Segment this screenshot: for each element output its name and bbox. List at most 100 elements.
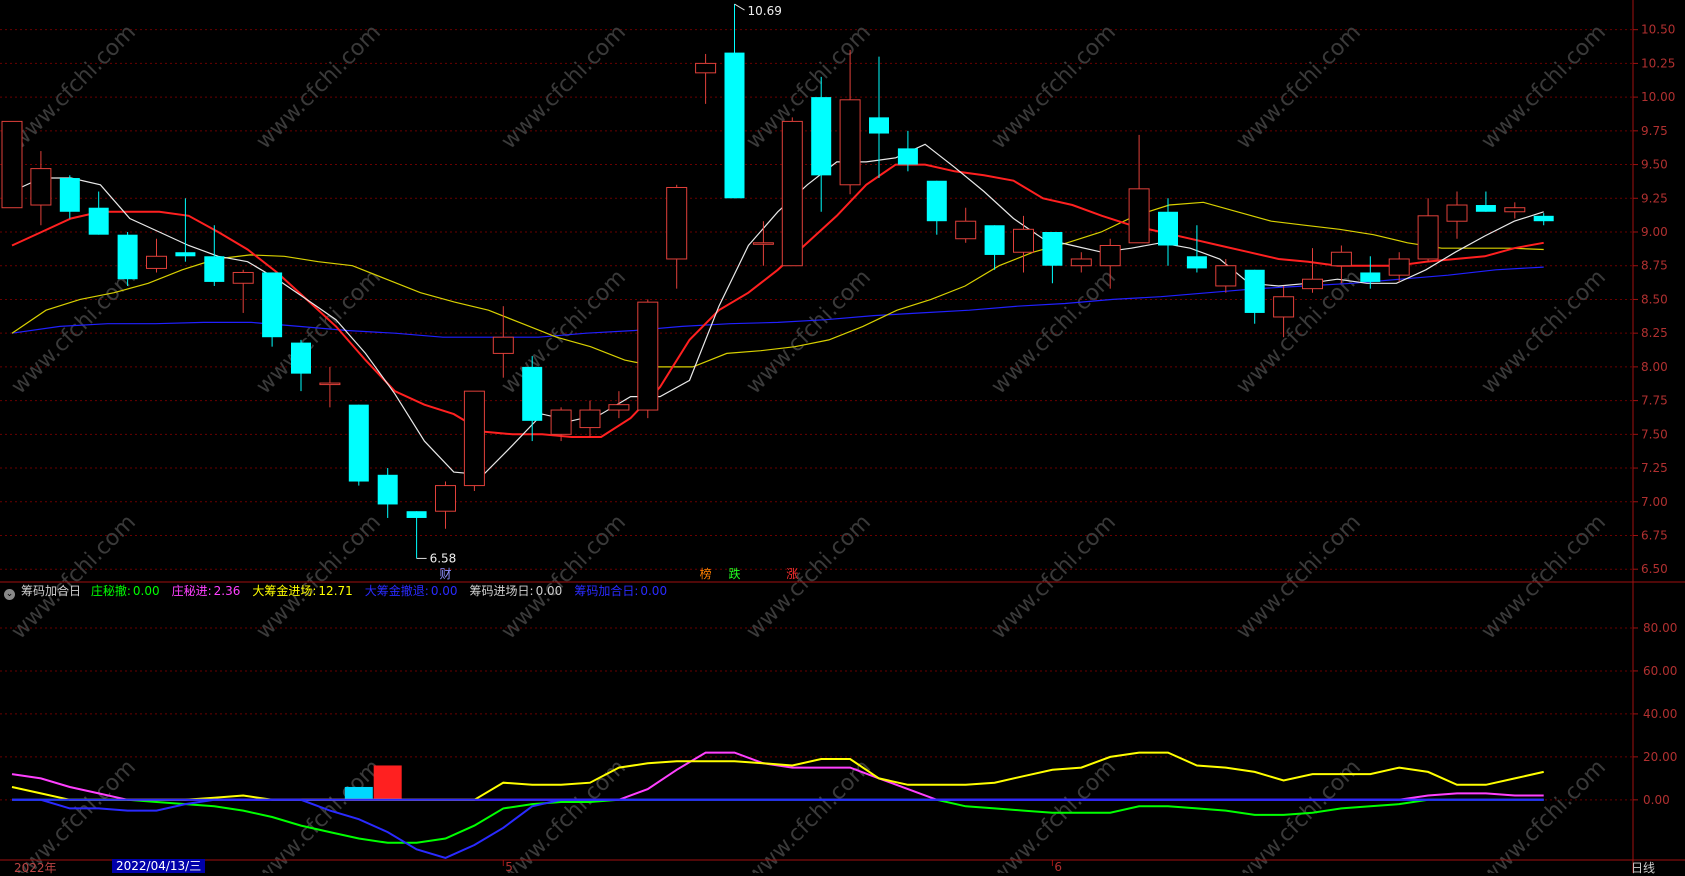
candle-body — [666, 186, 688, 260]
candle-body — [1013, 228, 1034, 253]
legend-item-label: 大筹金撤退: — [364, 584, 429, 598]
candle — [811, 76, 832, 212]
price-tick-label: 7.00 — [1641, 495, 1668, 509]
candle — [30, 151, 52, 226]
watermark: www.cfchi.com — [1232, 20, 1366, 154]
candle-body — [1042, 232, 1063, 266]
candle-body — [1533, 215, 1554, 222]
price-tick-label: 8.50 — [1641, 292, 1668, 306]
candle — [319, 366, 341, 408]
candle-body — [348, 404, 369, 482]
candle — [435, 481, 456, 529]
indicator-title: 筹码加合日 — [21, 584, 82, 598]
candle — [1158, 198, 1178, 266]
candle — [839, 49, 861, 195]
legend-item-value: 0.00 — [132, 584, 160, 598]
candle-body — [1158, 211, 1178, 246]
candle — [1042, 232, 1063, 284]
stock-chart[interactable]: www.cfchi.com www.cfchi.com www.cfchi.com w… — [0, 0, 1685, 873]
candle — [1388, 252, 1410, 282]
candle — [1186, 225, 1207, 273]
indicator-bar — [373, 765, 402, 800]
candle-body — [435, 485, 456, 512]
watermark: www.cfchi.com — [1477, 20, 1611, 154]
candle — [348, 404, 369, 486]
watermark: www.cfchi.com — [987, 755, 1121, 873]
period-label[interactable]: 日线 — [1631, 859, 1655, 876]
price-tick-label: 8.75 — [1641, 259, 1668, 273]
candle — [1417, 198, 1439, 262]
indicator-tick-label: 40.00 — [1643, 707, 1677, 721]
candle-body — [175, 252, 196, 257]
watermark: www.cfchi.com — [742, 265, 876, 399]
watermark: www.cfchi.com — [742, 510, 876, 644]
candle-body — [695, 62, 717, 74]
high-pointer — [734, 3, 745, 11]
candle — [869, 56, 889, 179]
candle-body — [724, 52, 745, 199]
price-tick-label: 7.25 — [1641, 461, 1668, 475]
candle — [146, 238, 167, 273]
legend-item-value: 12.71 — [318, 584, 353, 598]
watermark: www.cfchi.com — [742, 755, 876, 873]
candle — [59, 175, 80, 219]
collapse-icon[interactable]: ⌄ — [4, 589, 15, 600]
candle — [522, 356, 543, 442]
candle-body — [926, 180, 947, 222]
candle — [781, 117, 803, 267]
candle-body — [291, 342, 311, 374]
candle-body — [204, 256, 225, 282]
legend-item: 庄秘撤: 0.00 — [91, 584, 166, 598]
candle — [1128, 134, 1150, 244]
candle-body — [1446, 204, 1468, 222]
candle-body — [59, 178, 80, 212]
candle — [1244, 269, 1265, 324]
indicator-tick-label: 0.00 — [1643, 793, 1670, 807]
candle — [175, 198, 196, 262]
candle-body — [146, 255, 167, 269]
price-tick-label: 10.00 — [1641, 90, 1675, 104]
legend-item-label: 筹码进场日: — [469, 584, 534, 598]
month-label: 6 — [1054, 860, 1062, 873]
candle-body — [955, 220, 977, 240]
indicator-tick-label: 60.00 — [1643, 664, 1677, 678]
event-marker: 榜 — [700, 566, 712, 581]
watermark: www.cfchi.com — [252, 755, 386, 873]
legend-item: 庄秘进: 2.36 — [172, 584, 247, 598]
candle — [955, 207, 977, 243]
event-marker: 跌 — [729, 566, 741, 581]
watermark: www.cfchi.com — [987, 20, 1121, 154]
candle-body — [897, 148, 918, 165]
candle-body — [1302, 278, 1323, 290]
candle-body — [232, 271, 254, 284]
indicator-legend: ⌄ 筹码加合日 庄秘撤: 0.00 庄秘进: 2.36 大筹金进场: 12.71 大筹金撤退:… — [4, 582, 685, 600]
candle — [377, 468, 398, 518]
watermark: www.cfchi.com — [497, 510, 631, 644]
candle — [406, 511, 427, 559]
candle-body — [752, 242, 774, 245]
watermark: www.cfchi.com — [7, 265, 141, 399]
watermark: www.cfchi.com — [1477, 510, 1611, 644]
candle-body — [637, 301, 659, 411]
candle-body — [1099, 244, 1121, 267]
candle-body — [1360, 272, 1381, 282]
candle-body — [1128, 188, 1150, 244]
candle-body — [1417, 215, 1439, 260]
candle-body — [869, 117, 889, 134]
candle-body — [88, 207, 109, 235]
current-date-tab[interactable]: 2022/04/13/三 — [112, 859, 206, 873]
legend-item-value: 2.36 — [213, 584, 241, 598]
legend-item: 大筹金进场: 12.71 — [252, 584, 358, 598]
legend-item-value: 0.00 — [430, 584, 458, 598]
candle — [579, 400, 601, 438]
candle-body — [262, 272, 283, 338]
legend-item-label: 庄秘进: — [171, 584, 212, 598]
watermark: www.cfchi.com — [252, 510, 386, 644]
candle-body — [1504, 207, 1526, 213]
watermark: www.cfchi.com — [252, 20, 386, 154]
candle-body — [463, 390, 485, 487]
candle-body — [1475, 205, 1496, 212]
legend-item: 大筹金撤退: 0.00 — [365, 584, 464, 598]
candle — [752, 221, 774, 266]
watermark: www.cfchi.com — [1232, 510, 1366, 644]
